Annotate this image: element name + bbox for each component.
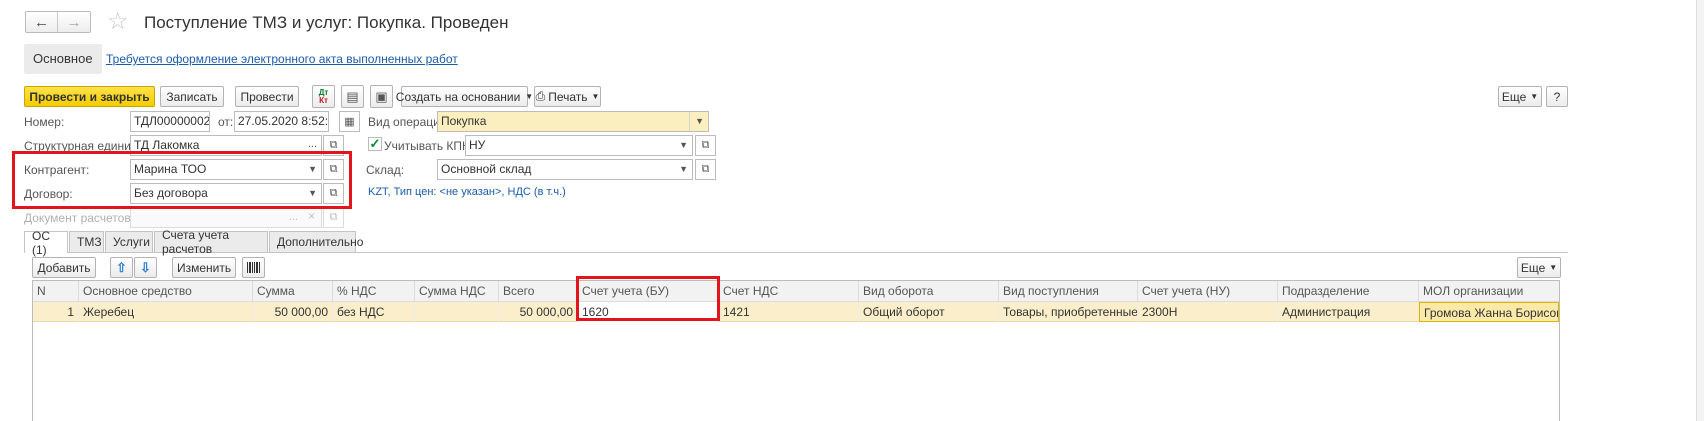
- col-receipt-type[interactable]: Вид поступления: [999, 281, 1138, 302]
- col-n[interactable]: N: [33, 281, 79, 302]
- warehouse-field[interactable]: Основной склад ▼: [437, 159, 693, 180]
- tab-fixed-assets[interactable]: ОС (1): [24, 229, 68, 257]
- chevron-down-icon[interactable]: ▼: [679, 136, 688, 155]
- tab-services[interactable]: Услуги: [105, 231, 153, 252]
- col-mol[interactable]: МОЛ организации: [1419, 281, 1559, 302]
- settlement-doc-label: Документ расчетов:: [24, 211, 135, 225]
- nav-buttons: ← →: [25, 11, 91, 33]
- barcode-icon: [247, 262, 260, 273]
- cell-n: 1: [33, 302, 79, 322]
- edit-button[interactable]: Изменить: [172, 257, 236, 278]
- page-scrollbar[interactable]: [1696, 0, 1704, 421]
- date-field[interactable]: 27.05.2020 8:52:54: [234, 111, 329, 132]
- open-form-icon: ⧉: [329, 211, 338, 223]
- more-button[interactable]: Еще ▼: [1498, 86, 1542, 107]
- page-title: Поступление ТМЗ и услуг: Покупка. Провед…: [144, 13, 509, 32]
- cell-vat-rate[interactable]: без НДС: [333, 302, 415, 322]
- date-label: от:: [218, 115, 234, 129]
- forward-button[interactable]: →: [58, 12, 90, 32]
- col-amount[interactable]: Сумма: [253, 281, 333, 302]
- table-more-button[interactable]: Еще ▼: [1517, 257, 1561, 278]
- cell-fixed-asset[interactable]: Жеребец: [79, 302, 253, 322]
- prices-link[interactable]: KZT, Тип цен: <не указан>, НДС (в т.ч.): [368, 186, 566, 198]
- kpn-field[interactable]: НУ ▼: [465, 135, 693, 156]
- warehouse-label: Склад:: [366, 163, 405, 177]
- arrow-right-icon: →: [66, 13, 82, 31]
- dt-kt-icon: Дт Кт: [318, 87, 329, 105]
- move-down-button[interactable]: ⇩: [134, 257, 157, 278]
- calendar-button[interactable]: ▦: [339, 111, 360, 132]
- arrow-down-icon: ⇩: [140, 259, 151, 275]
- cell-total[interactable]: 50 000,00: [499, 302, 578, 322]
- col-fixed-asset[interactable]: Основное средство: [79, 281, 253, 302]
- open-settlement-doc-button: ⧉: [323, 207, 344, 228]
- col-total[interactable]: Всего: [499, 281, 578, 302]
- cell-account-nu[interactable]: 2300Н: [1138, 302, 1278, 322]
- open-form-icon: ⧉: [701, 163, 710, 175]
- number-field[interactable]: ТДЛ00000002: [130, 111, 210, 132]
- checkmark-icon: ✓: [369, 136, 381, 151]
- star-icon[interactable]: ☆: [107, 8, 129, 36]
- col-department[interactable]: Подразделение: [1278, 281, 1419, 302]
- printer-icon: ⎙: [535, 89, 546, 103]
- open-warehouse-button[interactable]: ⧉: [695, 159, 716, 180]
- chevron-down-icon: ▼: [525, 92, 534, 101]
- barcode-button[interactable]: [242, 257, 265, 278]
- clear-icon: ×: [307, 209, 315, 223]
- tab-inventory[interactable]: ТМЗ: [69, 231, 104, 252]
- open-kpn-button[interactable]: ⧉: [695, 135, 716, 156]
- chevron-down-icon: ▼: [1549, 263, 1558, 272]
- cell-vat-account[interactable]: 1421: [719, 302, 859, 322]
- cell-department[interactable]: Администрация: [1278, 302, 1419, 322]
- number-label: Номер:: [24, 115, 65, 129]
- operation-field[interactable]: Покупка ▼: [437, 111, 709, 132]
- col-vat-amount[interactable]: Сумма НДС: [415, 281, 499, 302]
- document-icon: ▤: [346, 88, 359, 104]
- fixed-assets-table: N Основное средство Сумма % НДС Сумма НД…: [32, 280, 1560, 421]
- save-button[interactable]: Записать: [160, 86, 224, 107]
- col-account-nu[interactable]: Счет учета (НУ): [1138, 281, 1278, 302]
- main-section-link[interactable]: Основное: [24, 44, 102, 74]
- col-turnover-type[interactable]: Вид оборота: [859, 281, 999, 302]
- back-button[interactable]: ←: [26, 12, 59, 32]
- cell-turnover-type[interactable]: Общий оборот: [859, 302, 999, 322]
- post-and-close-button[interactable]: Провести и закрыть: [24, 86, 155, 107]
- table-row[interactable]: 1 Жеребец 50 000,00 без НДС 50 000,00 16…: [33, 302, 1559, 322]
- cell-vat-amount[interactable]: [415, 302, 499, 322]
- chevron-down-icon: ▼: [1530, 92, 1539, 101]
- settlement-doc-field: ... ×: [130, 207, 322, 228]
- highlight-box-counterparty: [12, 151, 352, 209]
- kpn-checkbox[interactable]: ✓: [368, 137, 382, 151]
- cell-receipt-type[interactable]: Товары, приобретенные с...: [999, 302, 1138, 322]
- create-based-on-button[interactable]: Создать на основании ▼: [396, 86, 533, 107]
- document-list-button[interactable]: ▤: [341, 85, 364, 108]
- post-button[interactable]: Провести: [235, 86, 299, 107]
- help-button[interactable]: ?: [1546, 86, 1568, 107]
- structure-button[interactable]: ▣: [370, 85, 393, 108]
- tab-settlement-accounts[interactable]: Счета учета расчетов: [154, 228, 268, 256]
- add-button[interactable]: Добавить: [32, 257, 96, 278]
- table-header: N Основное средство Сумма % НДС Сумма НД…: [33, 281, 1559, 302]
- move-up-button[interactable]: ⇧: [110, 257, 133, 278]
- chevron-down-icon[interactable]: ▼: [679, 160, 688, 179]
- col-vat-account[interactable]: Счет НДС: [719, 281, 859, 302]
- edoc-link[interactable]: Требуется оформление электронного акта в…: [106, 52, 458, 66]
- dt-kt-button[interactable]: Дт Кт: [312, 85, 335, 108]
- col-vat-rate[interactable]: % НДС: [333, 281, 415, 302]
- operation-field-divider: [689, 112, 690, 131]
- open-form-icon: ⧉: [701, 139, 710, 151]
- select-ellipsis-icon: ...: [288, 211, 298, 223]
- highlight-box-account-bu: [576, 276, 720, 321]
- arrow-left-icon: ←: [34, 13, 49, 31]
- chevron-down-icon[interactable]: ▼: [695, 112, 704, 131]
- tab-additional[interactable]: Дополнительно: [269, 231, 363, 252]
- cell-mol[interactable]: Громова Жанна Борисовна: [1419, 302, 1559, 322]
- kpn-label: Учитывать КПН: [384, 139, 471, 153]
- calendar-icon: ▦: [344, 116, 355, 128]
- cell-amount[interactable]: 50 000,00: [253, 302, 333, 322]
- arrow-up-icon: ⇧: [116, 259, 127, 275]
- print-button[interactable]: ⎙ Печать ▼: [534, 86, 601, 107]
- chevron-down-icon: ▼: [591, 92, 600, 101]
- hierarchy-icon: ▣: [375, 88, 388, 104]
